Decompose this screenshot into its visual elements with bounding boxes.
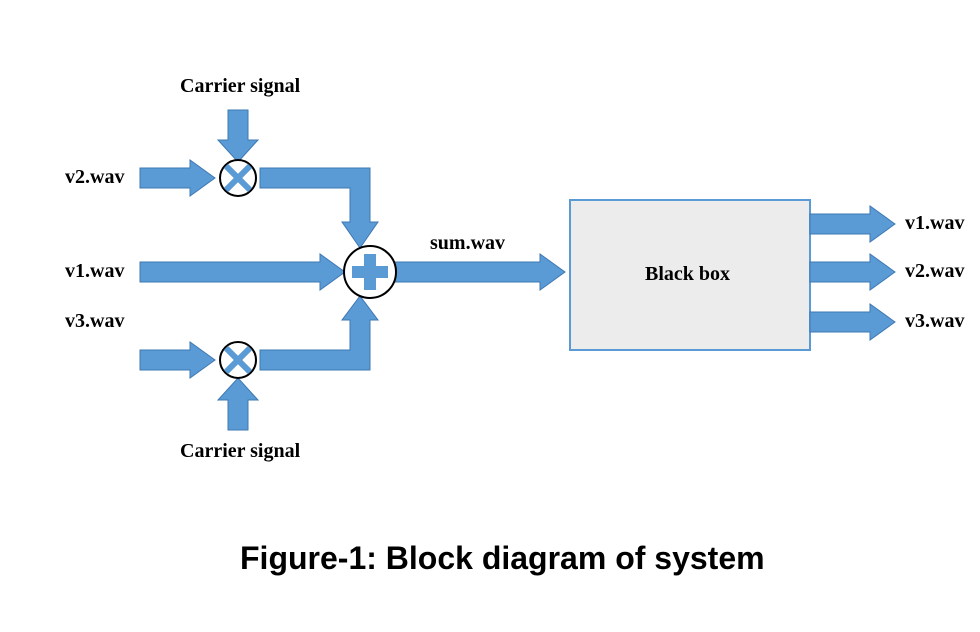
label-out-v1: v1.wav	[905, 212, 964, 235]
label-in-v2: v2.wav	[65, 166, 124, 189]
label-in-v3: v3.wav	[65, 310, 124, 333]
label-sum: sum.wav	[430, 232, 505, 255]
label-out-v3: v3.wav	[905, 310, 964, 333]
arrow-multtop-to-sum	[260, 168, 378, 248]
label-carrier-bottom: Carrier signal	[180, 440, 300, 463]
label-in-v1: v1.wav	[65, 260, 124, 283]
arrow-multbot-to-sum	[260, 296, 378, 370]
label-carrier-top: Carrier signal	[180, 75, 300, 98]
label-black-box: Black box	[645, 263, 730, 286]
arrow-out-v3	[810, 304, 895, 340]
diagram-canvas: Carrier signal v2.wav v1.wav v3.wav Carr…	[0, 0, 980, 632]
arrow-carrier-bottom	[218, 378, 258, 430]
arrow-v3-to-mult	[140, 342, 215, 378]
arrow-carrier-top	[218, 110, 258, 162]
arrow-v1-to-sum	[140, 254, 345, 290]
summer-node	[344, 246, 396, 298]
arrow-sum-to-box	[395, 254, 565, 290]
figure-caption: Figure-1: Block diagram of system	[240, 540, 765, 577]
arrow-v2-to-mult	[140, 160, 215, 196]
diagram-svg	[0, 0, 980, 632]
arrow-out-v2	[810, 254, 895, 290]
arrow-out-v1	[810, 206, 895, 242]
multiplier-bottom	[220, 342, 256, 378]
label-out-v2: v2.wav	[905, 260, 964, 283]
multiplier-top	[220, 160, 256, 196]
